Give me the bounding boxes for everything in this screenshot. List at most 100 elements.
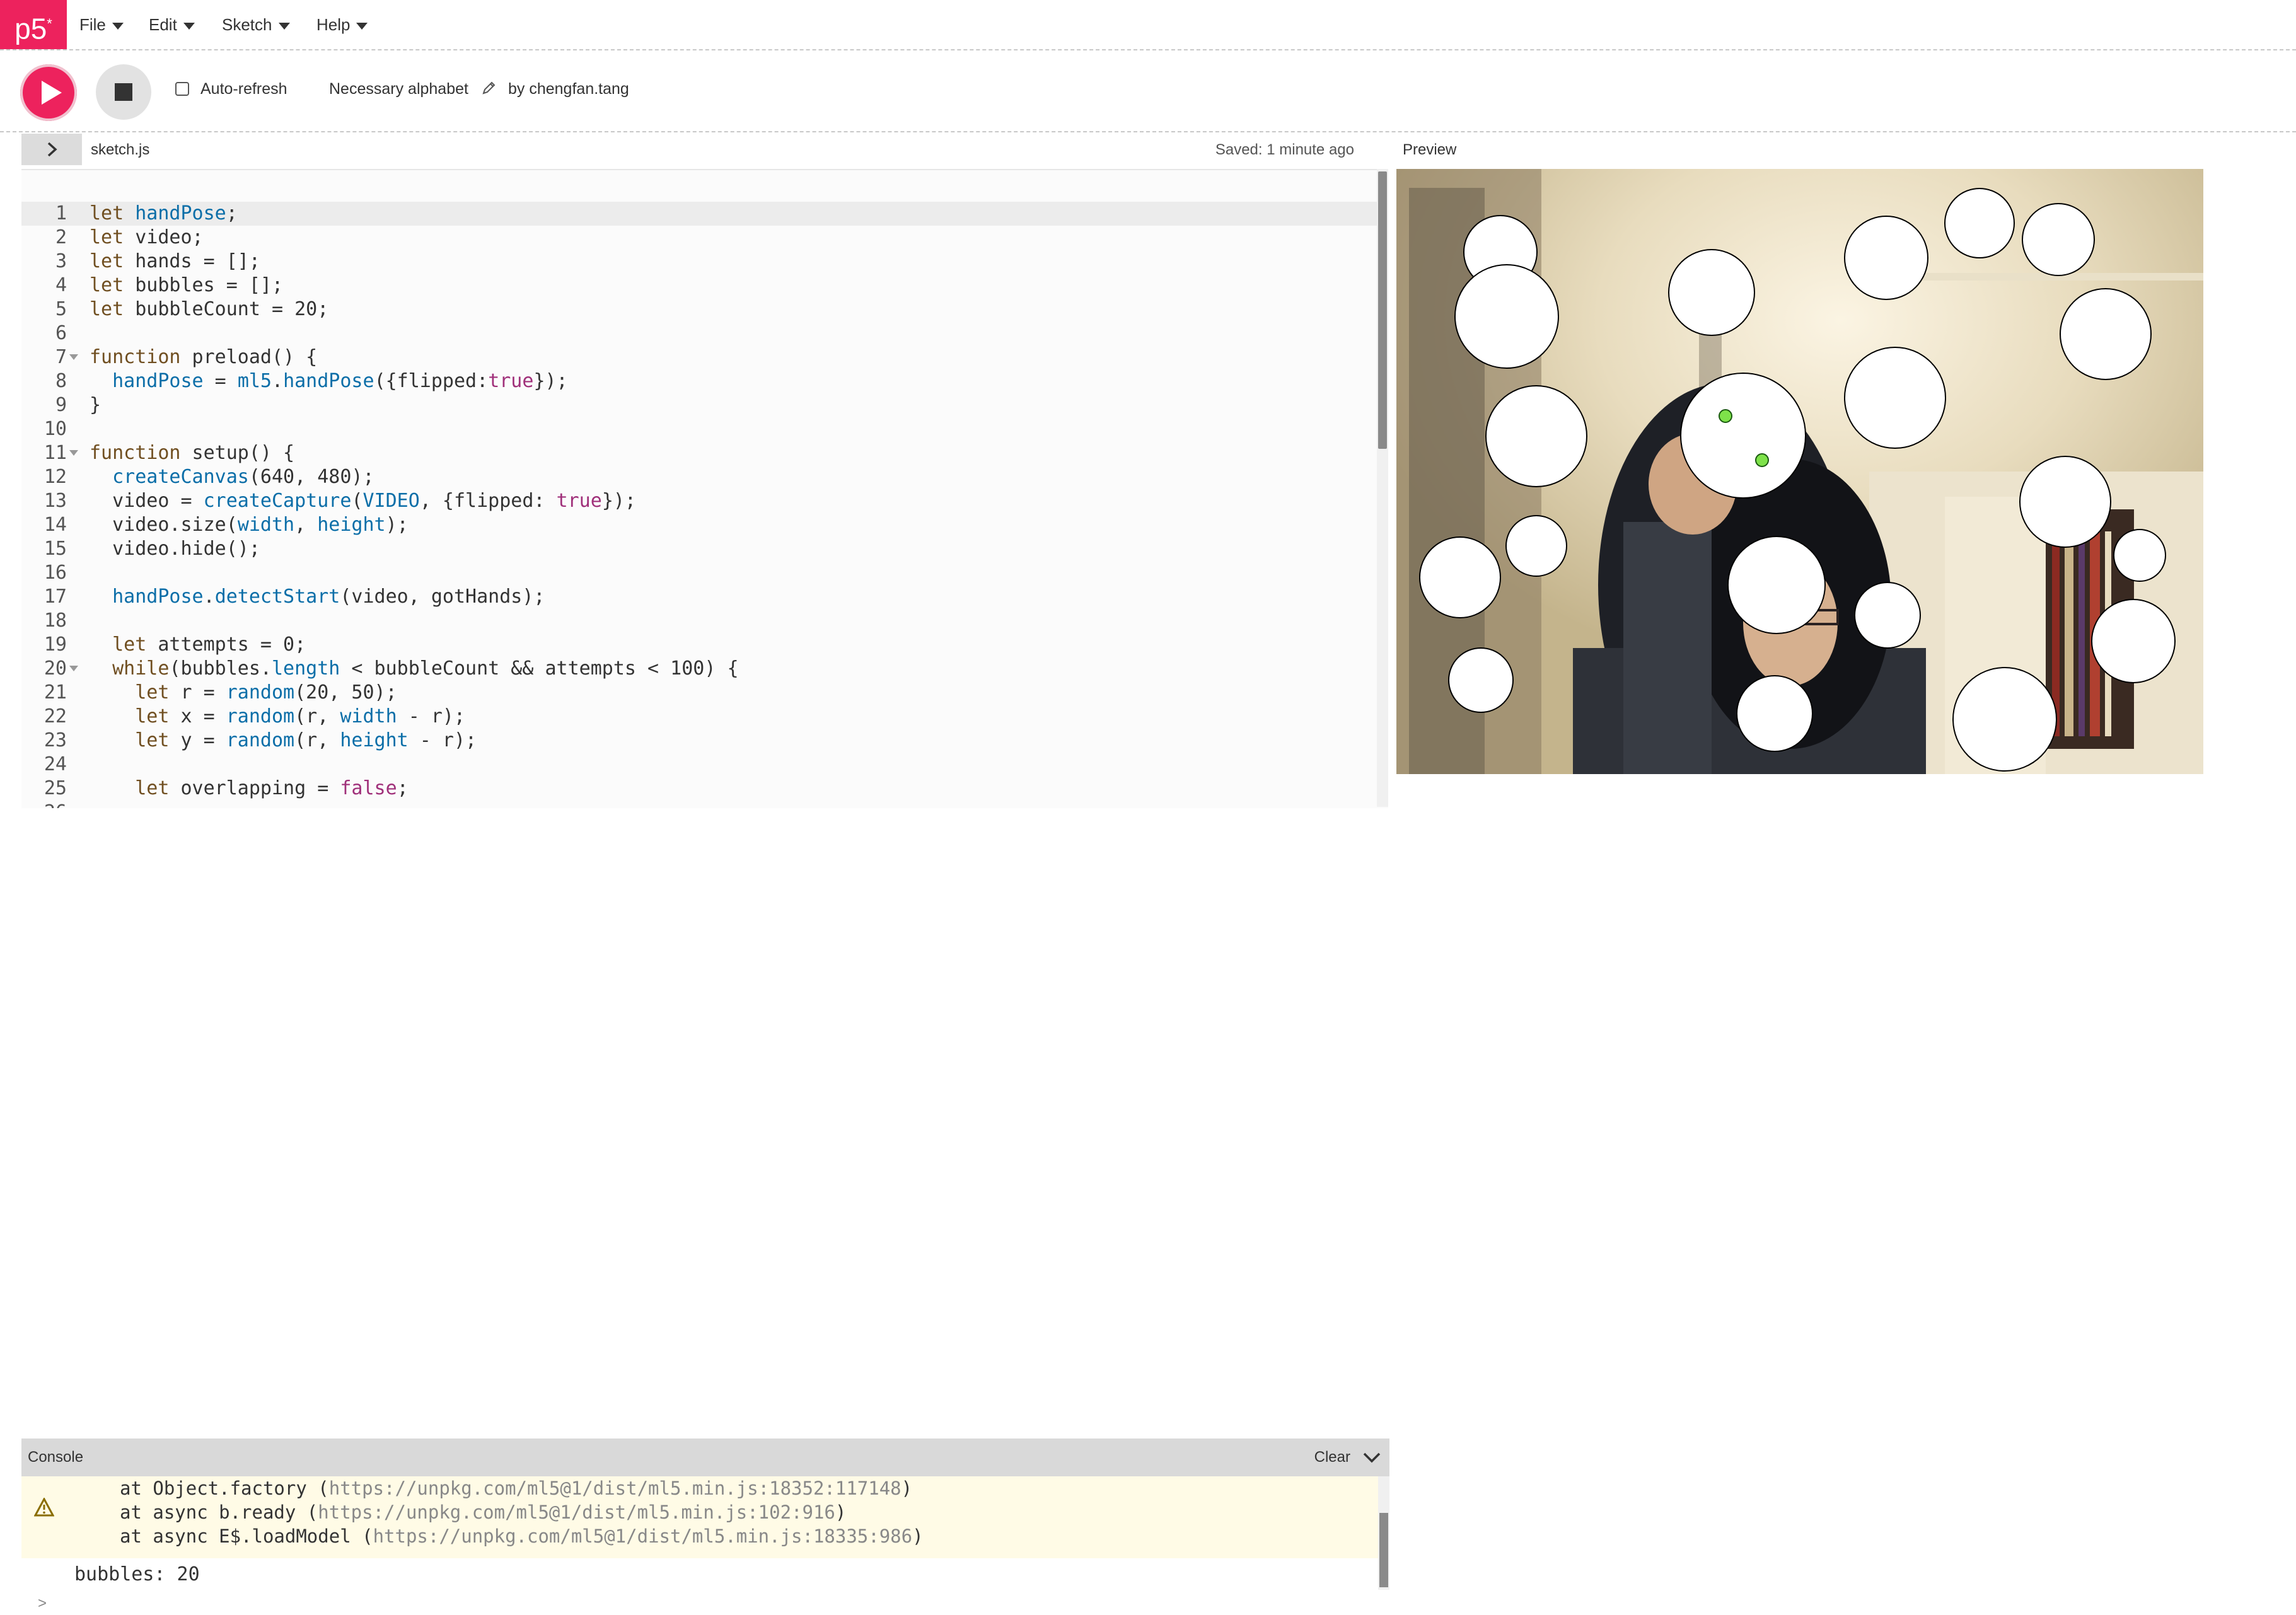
line-number: 14 — [43, 514, 67, 536]
console-warning-block: at Object.factory (https://unpkg.com/ml5… — [21, 1476, 1378, 1558]
line-number: 8 — [55, 370, 67, 392]
line-number: 2 — [55, 226, 67, 248]
code-line[interactable]: 18 — [21, 609, 1377, 633]
code-text: let x = random(r, width - r); — [135, 705, 466, 727]
code-line[interactable]: 3 let hands = []; — [21, 250, 1377, 274]
menu-help[interactable]: Help — [316, 13, 368, 37]
code-line[interactable]: 21 let r = random(20, 50); — [21, 681, 1377, 705]
code-line[interactable]: 11 function setup() { — [21, 441, 1377, 465]
file-tab-sketch[interactable]: sketch.js — [91, 141, 149, 159]
auto-refresh-checkbox[interactable] — [175, 82, 189, 96]
code-text: handPose = ml5.handPose({flipped:true}); — [112, 370, 568, 392]
saved-status: Saved: 1 minute ago — [1215, 141, 1354, 158]
menu-bar: p5* File Edit Sketch Help — [0, 0, 2296, 50]
hand-keypoint — [1755, 453, 1769, 467]
code-text: let bubbles = []; — [90, 274, 284, 296]
line-number: 25 — [43, 777, 67, 799]
code-text: let overlapping = false; — [135, 777, 409, 799]
code-line[interactable]: 4 let bubbles = []; — [21, 274, 1377, 298]
code-line[interactable]: 16 — [21, 561, 1377, 585]
bubble — [2060, 288, 2152, 380]
code-line[interactable]: 25 let overlapping = false; — [21, 777, 1377, 801]
fold-arrow-icon[interactable] — [69, 354, 78, 360]
code-line[interactable]: 22 let x = random(r, width - r); — [21, 705, 1377, 729]
code-line[interactable]: 1 let handPose; — [21, 202, 1377, 226]
console-input-prompt[interactable]: > — [38, 1595, 47, 1612]
bubble — [1736, 675, 1813, 752]
bubble — [1844, 347, 1946, 449]
code-line[interactable]: 8 handPose = ml5.handPose({flipped:true}… — [21, 369, 1377, 393]
code-line[interactable]: 26 — [21, 801, 1377, 808]
code-line[interactable]: 19 let attempts = 0; — [21, 633, 1377, 657]
code-text: while(bubbles.length < bubbleCount && at… — [112, 657, 739, 680]
code-line[interactable]: 7 function preload() { — [21, 345, 1377, 369]
play-button[interactable] — [20, 64, 77, 121]
code-line[interactable]: 5 let bubbleCount = 20; — [21, 298, 1377, 321]
code-text: function setup() { — [90, 442, 295, 464]
line-number: 4 — [55, 274, 67, 296]
code-text: let video; — [90, 226, 204, 248]
bubble — [2019, 456, 2111, 548]
webcam-sketch-output — [1396, 169, 2203, 774]
console-scrollbar-thumb[interactable] — [1379, 1513, 1388, 1587]
bubble — [2091, 599, 2176, 683]
stop-button[interactable] — [96, 64, 151, 120]
sidebar-toggle-button[interactable] — [21, 134, 82, 165]
code-line[interactable]: 17 handPose.detectStart(video, gotHands)… — [21, 585, 1377, 609]
code-line[interactable]: 13 video = createCapture(VIDEO, {flipped… — [21, 489, 1377, 513]
code-line[interactable]: 20 while(bubbles.length < bubbleCount &&… — [21, 657, 1377, 681]
console-header: Console Clear — [21, 1438, 1389, 1476]
code-line[interactable]: 14 video.size(width, height); — [21, 513, 1377, 537]
line-number: 17 — [43, 586, 67, 608]
console-stack-line: at async b.ready (https://unpkg.com/ml5@… — [120, 1502, 847, 1523]
line-number: 9 — [55, 394, 67, 416]
fold-arrow-icon[interactable] — [69, 450, 78, 456]
line-number: 23 — [43, 729, 67, 751]
chevron-down-icon[interactable] — [1362, 1447, 1382, 1467]
code-line[interactable]: 12 createCanvas(640, 480); — [21, 465, 1377, 489]
bubble — [1668, 249, 1755, 336]
bubble — [1844, 216, 1928, 300]
caret-down-icon — [183, 22, 195, 30]
code-editor[interactable]: 1 let handPose; 2 let video; 3 let hands = []… — [21, 169, 1388, 808]
author-link[interactable]: by chengfan.tang — [508, 80, 629, 98]
project-name[interactable]: Necessary alphabet — [329, 80, 468, 98]
code-line[interactable]: 10 — [21, 417, 1377, 441]
line-number: 22 — [43, 705, 67, 727]
code-text: createCanvas(640, 480); — [112, 466, 374, 488]
code-lines: 1 let handPose; 2 let video; 3 let hands = []… — [21, 202, 1377, 808]
line-number: 18 — [43, 610, 67, 632]
line-number: 15 — [43, 538, 67, 560]
caret-down-icon — [278, 22, 290, 30]
fold-arrow-icon[interactable] — [69, 666, 78, 671]
line-number: 26 — [21, 801, 67, 808]
code-line[interactable]: 6 — [21, 321, 1377, 345]
code-line[interactable]: 24 — [21, 753, 1377, 777]
bubble — [1680, 373, 1806, 499]
code-text: let handPose; — [90, 202, 238, 224]
menu-file[interactable]: File — [79, 13, 124, 37]
console-stack-line: at async E$.loadModel (https://unpkg.com… — [120, 1525, 924, 1547]
code-line[interactable]: 23 let y = random(r, height - r); — [21, 729, 1377, 753]
editor-scrollbar-thumb[interactable] — [1378, 171, 1387, 449]
p5-logo[interactable]: p5* — [0, 0, 67, 49]
bubble — [1952, 667, 2057, 772]
code-line[interactable]: 15 video.hide(); — [21, 537, 1377, 561]
code-text: let bubbleCount = 20; — [90, 298, 329, 320]
code-line[interactable]: 9} — [21, 393, 1377, 417]
preview-canvas[interactable] — [1396, 169, 2203, 774]
code-line[interactable]: 2 let video; — [21, 226, 1377, 250]
menu-sketch[interactable]: Sketch — [222, 13, 290, 37]
menu-edit[interactable]: Edit — [149, 13, 195, 37]
code-text: let attempts = 0; — [112, 634, 306, 656]
line-number: 10 — [43, 418, 67, 440]
console-stack-line: at Object.factory (https://unpkg.com/ml5… — [120, 1478, 913, 1499]
warning-icon — [34, 1498, 54, 1517]
console-clear-button[interactable]: Clear — [1314, 1449, 1350, 1466]
pencil-icon[interactable] — [480, 80, 497, 96]
toolbar: Auto-refresh Necessary alphabet by cheng… — [0, 50, 2296, 132]
line-number: 3 — [55, 250, 67, 272]
code-text: let r = random(20, 50); — [135, 681, 397, 703]
bubble — [1944, 188, 2015, 258]
line-number: 19 — [43, 634, 67, 656]
